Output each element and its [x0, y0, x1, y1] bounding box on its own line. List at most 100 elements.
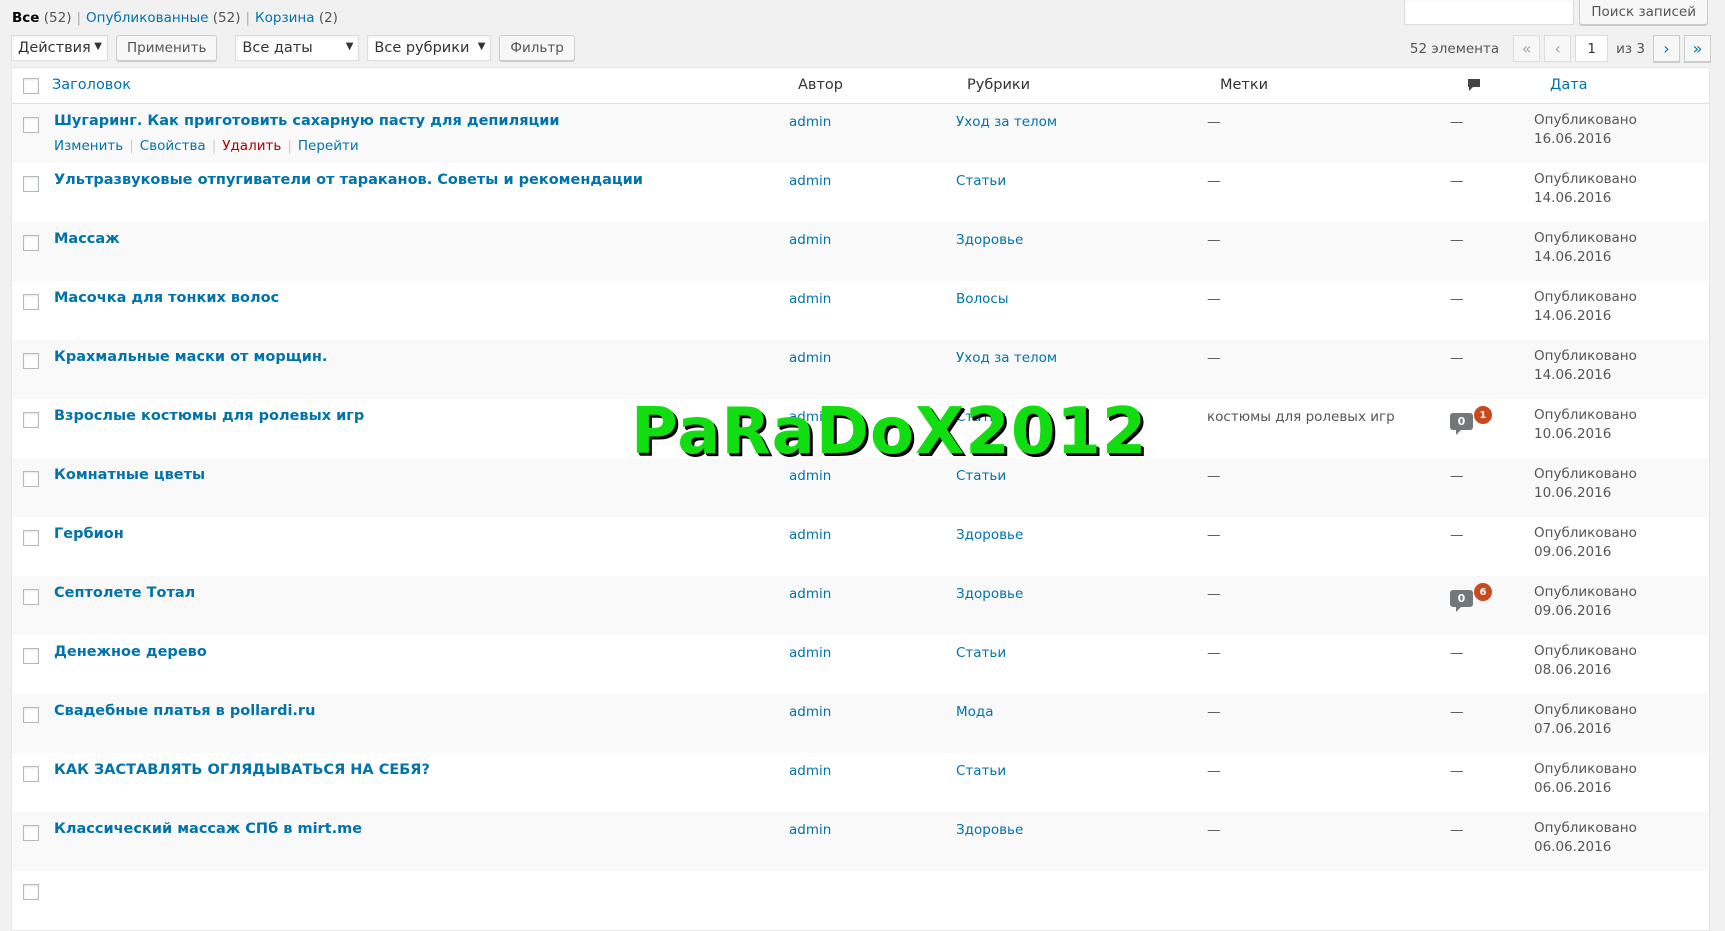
post-title-link[interactable]: Денежное дерево: [54, 644, 207, 660]
row-checkbox[interactable]: [23, 530, 39, 546]
pending-comments-badge[interactable]: 1: [1474, 406, 1492, 424]
author-link[interactable]: admin: [789, 291, 831, 307]
post-date: 10.06.2016: [1534, 426, 1612, 442]
tags-cell: —: [1207, 586, 1221, 602]
comment-count-bubble[interactable]: 06: [1450, 583, 1492, 612]
search-posts-button[interactable]: Поиск записей: [1579, 0, 1708, 25]
author-link[interactable]: admin: [789, 114, 831, 130]
last-page-button[interactable]: »: [1684, 35, 1711, 62]
post-title-link[interactable]: Крахмальные маски от морщин.: [54, 349, 327, 365]
author-link[interactable]: admin: [789, 763, 831, 779]
author-link[interactable]: admin: [789, 409, 831, 425]
total-pages: из 3: [1616, 40, 1645, 57]
table-row: Денежное дерево admin Статьи — — Опубликовано…: [12, 635, 1709, 694]
column-title[interactable]: Заголовок: [52, 77, 131, 93]
apply-button[interactable]: Применить: [116, 35, 218, 61]
category-link[interactable]: Статьи: [956, 645, 1006, 661]
filter-button[interactable]: Фильтр: [499, 35, 575, 61]
current-page-input[interactable]: 1: [1575, 35, 1609, 62]
category-link[interactable]: Здоровье: [956, 232, 1023, 248]
row-checkbox[interactable]: [23, 766, 39, 782]
view-all[interactable]: Все (52): [12, 10, 71, 26]
comments-column-icon[interactable]: [1467, 78, 1481, 96]
row-checkbox[interactable]: [23, 353, 39, 369]
post-title-link[interactable]: Септолете Тотал: [54, 585, 195, 601]
edit-link[interactable]: Изменить: [54, 138, 123, 154]
author-link[interactable]: admin: [789, 527, 831, 543]
delete-link[interactable]: Удалить: [222, 138, 281, 154]
prev-page-button: ‹: [1544, 35, 1572, 62]
table-row: Классический массаж СПб в mirt.me admin Зд…: [12, 812, 1709, 871]
column-author: Автор: [798, 77, 843, 93]
category-link[interactable]: Уход за телом: [956, 350, 1057, 366]
comment-count-bubble[interactable]: 01: [1450, 406, 1492, 435]
quick-edit-link[interactable]: Свойства: [140, 138, 206, 154]
post-title-link[interactable]: Ультразвуковые отпугиватели от тараканов…: [54, 172, 643, 188]
author-link[interactable]: admin: [789, 645, 831, 661]
category-link[interactable]: Здоровье: [956, 822, 1023, 838]
post-title-link[interactable]: Масочка для тонких волос: [54, 290, 279, 306]
caret-down-icon: ▼: [345, 41, 354, 52]
categories-filter-select[interactable]: Все рубрики ▼: [367, 35, 492, 61]
table-row: КАК ЗАСТАВЛЯТЬ ОГЛЯДЫВАТЬСЯ НА СЕБЯ? admi…: [12, 753, 1709, 812]
post-title-link[interactable]: Комнатные цветы: [54, 467, 205, 483]
post-title-link[interactable]: КАК ЗАСТАВЛЯТЬ ОГЛЯДЫВАТЬСЯ НА СЕБЯ?: [54, 762, 430, 778]
post-status: Опубликовано: [1534, 820, 1637, 836]
post-status: Опубликовано: [1534, 230, 1637, 246]
category-link[interactable]: Здоровье: [956, 586, 1023, 602]
author-link[interactable]: admin: [789, 704, 831, 720]
category-link[interactable]: Волосы: [956, 291, 1009, 307]
date-cell: Опубликовано 10.06.2016: [1534, 406, 1637, 444]
search-input[interactable]: [1404, 0, 1575, 25]
author-link[interactable]: admin: [789, 468, 831, 484]
bulk-actions-select[interactable]: Действия ▼: [11, 35, 108, 61]
category-link[interactable]: Статьи: [956, 173, 1006, 189]
post-title-link[interactable]: Классический массаж СПб в mirt.me: [54, 821, 362, 837]
author-link[interactable]: admin: [789, 350, 831, 366]
post-title-link[interactable]: Массаж: [54, 231, 120, 247]
row-checkbox[interactable]: [23, 707, 39, 723]
view-published[interactable]: Опубликованные (52): [86, 10, 240, 26]
category-link[interactable]: Уход за телом: [956, 114, 1057, 130]
author-link[interactable]: admin: [789, 173, 831, 189]
author-link[interactable]: admin: [789, 232, 831, 248]
post-title-link[interactable]: Гербион: [54, 526, 124, 542]
column-date[interactable]: Дата: [1550, 77, 1588, 93]
tags-cell: —: [1207, 114, 1221, 130]
post-status: Опубликовано: [1534, 407, 1637, 423]
tags-cell: —: [1207, 645, 1221, 661]
tags-cell: —: [1207, 468, 1221, 484]
date-cell: Опубликовано 16.06.2016: [1534, 111, 1637, 149]
author-link[interactable]: admin: [789, 822, 831, 838]
post-title-link[interactable]: Свадебные платья в pollardi.ru: [54, 703, 315, 719]
post-title-link[interactable]: Взрослые костюмы для ролевых игр: [54, 408, 364, 424]
post-status: Опубликовано: [1534, 761, 1637, 777]
category-link[interactable]: Здоровье: [956, 527, 1023, 543]
row-checkbox[interactable]: [23, 648, 39, 664]
row-checkbox[interactable]: [23, 294, 39, 310]
row-checkbox[interactable]: [23, 589, 39, 605]
category-link[interactable]: Статьи: [956, 468, 1006, 484]
comments-cell: —: [1450, 527, 1464, 543]
row-checkbox[interactable]: [23, 117, 39, 133]
row-checkbox[interactable]: [23, 235, 39, 251]
category-link[interactable]: Статьи: [956, 763, 1006, 779]
tags-cell[interactable]: костюмы для ролевых игр: [1207, 409, 1395, 425]
row-checkbox[interactable]: [23, 825, 39, 841]
row-checkbox[interactable]: [23, 176, 39, 192]
pagination: 52 элемента « ‹ 1 из 3 › »: [1410, 35, 1711, 62]
view-link[interactable]: Перейти: [298, 138, 359, 154]
post-title-link[interactable]: Шугаринг. Как приготовить сахарную пасту…: [54, 113, 560, 129]
dates-filter-select[interactable]: Все даты ▼: [235, 35, 360, 61]
select-all-checkbox[interactable]: [23, 78, 39, 94]
next-page-button[interactable]: ›: [1653, 35, 1680, 62]
author-link[interactable]: admin: [789, 586, 831, 602]
row-checkbox[interactable]: [23, 412, 39, 428]
view-trash[interactable]: Корзина (2): [255, 10, 338, 26]
comments-cell: —: [1450, 232, 1464, 248]
category-link[interactable]: Мода: [956, 704, 994, 720]
row-checkbox[interactable]: [23, 884, 39, 900]
row-checkbox[interactable]: [23, 471, 39, 487]
pending-comments-badge[interactable]: 6: [1474, 583, 1492, 601]
category-link[interactable]: Статьи: [956, 409, 1006, 425]
